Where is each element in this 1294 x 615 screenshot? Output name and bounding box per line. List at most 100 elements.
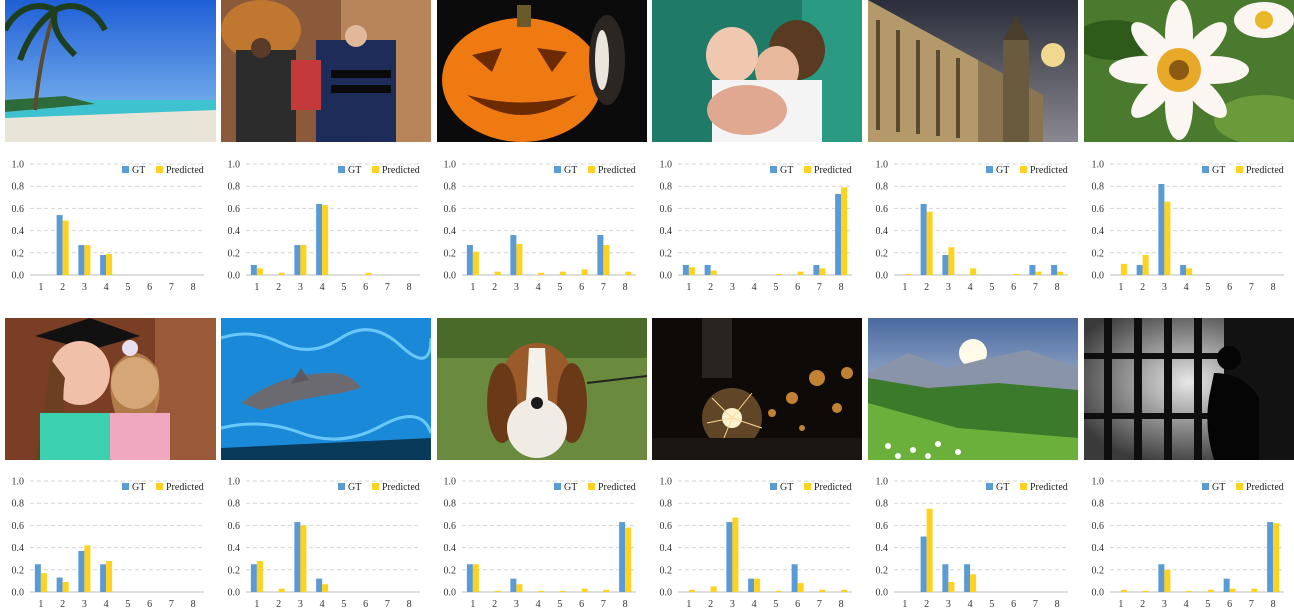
bar-predicted-7 <box>1251 588 1258 592</box>
x-tick-label: 5 <box>557 599 562 610</box>
y-tick-label: 0.4 <box>228 543 241 554</box>
y-tick-label: 0.0 <box>660 271 673 282</box>
y-tick-label: 0.8 <box>1092 499 1105 510</box>
legend-label-predicted: Predicted <box>598 165 636 176</box>
legend-swatch-gt <box>338 483 345 490</box>
bar-gt-7 <box>597 235 604 275</box>
y-tick-label: 0.2 <box>1092 248 1105 259</box>
chart-daisy-flower: 0.0 0.2 0.4 0.6 0.8 1.0 1 2 3 4 5 6 7 8 GT Predicted <box>1080 150 1292 295</box>
legend-swatch-gt <box>770 166 777 173</box>
bar-predicted-2 <box>278 272 285 275</box>
x-tick-label: 6 <box>363 282 368 293</box>
y-tick-label: 0.6 <box>444 521 457 532</box>
bar-predicted-6 <box>581 588 588 592</box>
legend-swatch-predicted <box>1020 166 1027 173</box>
chart-svg: 0.0 0.2 0.4 0.6 0.8 1.0 1 2 3 4 5 6 7 8 GT Predicted <box>228 160 420 293</box>
x-tick-label: 3 <box>82 599 87 610</box>
chart-svg: 0.0 0.2 0.4 0.6 0.8 1.0 1 2 3 4 5 6 7 8 GT Predicted <box>876 160 1068 293</box>
bar-gt-3 <box>510 235 517 275</box>
bar-predicted-1 <box>904 273 911 275</box>
y-tick-label: 0.8 <box>228 182 241 193</box>
bar-predicted-2 <box>494 590 501 592</box>
bar-predicted-4 <box>322 584 329 592</box>
x-tick-label: 7 <box>1033 599 1038 610</box>
y-tick-label: 0.6 <box>228 204 241 215</box>
bar-predicted-3 <box>516 243 523 275</box>
bar-predicted-4 <box>1186 590 1193 592</box>
x-tick-label: 8 <box>1055 599 1060 610</box>
bar-predicted-2 <box>1142 590 1149 592</box>
y-tick-label: 0.4 <box>660 226 673 237</box>
x-tick-label: 4 <box>968 599 973 610</box>
x-tick-label: 5 <box>125 282 130 293</box>
legend-swatch-gt <box>986 166 993 173</box>
chart-welding-sparks: 0.0 0.2 0.4 0.6 0.8 1.0 1 2 3 4 5 6 7 8 GT Predicted <box>648 467 860 612</box>
x-tick-label: 8 <box>1055 282 1060 293</box>
bar-gt-1 <box>466 564 473 592</box>
legend-label-predicted: Predicted <box>382 165 420 176</box>
bar-gt-4 <box>100 564 107 592</box>
bar-predicted-1 <box>472 564 479 592</box>
bar-predicted-4 <box>970 268 977 275</box>
bar-gt-6 <box>1223 578 1230 592</box>
chart-crying-baby: 0.0 0.2 0.4 0.6 0.8 1.0 1 2 3 4 5 6 7 8 GT Predicted <box>648 150 860 295</box>
x-tick-label: 1 <box>902 282 907 293</box>
bar-predicted-1 <box>1120 589 1127 592</box>
x-tick-label: 7 <box>601 282 606 293</box>
bar-gt-3 <box>1158 183 1165 275</box>
chart-graduate-with-girl: 0.0 0.2 0.4 0.6 0.8 1.0 1 2 3 4 5 6 7 8 GT Predicted <box>0 467 212 612</box>
bar-predicted-3 <box>84 245 91 275</box>
legend-label-predicted: Predicted <box>166 482 204 493</box>
chart-svg: 0.0 0.2 0.4 0.6 0.8 1.0 1 2 3 4 5 6 7 8 GT Predicted <box>444 477 636 610</box>
x-tick-label: 7 <box>817 282 822 293</box>
legend-swatch-predicted <box>372 483 379 490</box>
x-tick-label: 3 <box>1162 599 1167 610</box>
x-tick-label: 6 <box>1011 599 1016 610</box>
x-tick-label: 7 <box>385 599 390 610</box>
x-tick-label: 8 <box>1271 282 1276 293</box>
y-tick-label: 1.0 <box>12 160 25 171</box>
legend-label-predicted: Predicted <box>1246 165 1284 176</box>
bar-gt-4 <box>316 203 323 275</box>
bar-gt-1 <box>34 564 41 592</box>
x-tick-label: 8 <box>1271 599 1276 610</box>
bar-predicted-4 <box>538 272 545 275</box>
x-tick-label: 6 <box>363 599 368 610</box>
y-tick-label: 0.4 <box>228 226 241 237</box>
bar-predicted-2 <box>926 508 933 592</box>
x-tick-label: 1 <box>254 599 259 610</box>
bar-gt-2 <box>920 536 927 592</box>
x-tick-label: 3 <box>298 282 303 293</box>
y-tick-label: 0.6 <box>660 204 673 215</box>
x-tick-label: 2 <box>1140 282 1145 293</box>
y-tick-label: 0.0 <box>876 271 889 282</box>
y-tick-label: 0.6 <box>660 521 673 532</box>
y-tick-label: 0.2 <box>876 565 889 576</box>
bar-gt-3 <box>942 255 949 275</box>
bar-predicted-6 <box>1013 273 1020 275</box>
x-tick-label: 7 <box>817 599 822 610</box>
x-tick-label: 8 <box>839 282 844 293</box>
x-tick-label: 2 <box>492 282 497 293</box>
bar-gt-1 <box>682 265 689 275</box>
photo-pumpkin-squirrel <box>437 0 647 142</box>
x-tick-label: 7 <box>601 599 606 610</box>
chart-svg: 0.0 0.2 0.4 0.6 0.8 1.0 1 2 3 4 5 6 7 8 GT Predicted <box>12 160 204 293</box>
bar-gt-4 <box>748 578 755 592</box>
x-tick-label: 4 <box>104 599 109 610</box>
x-tick-label: 4 <box>1184 282 1189 293</box>
legend-label-gt: GT <box>996 165 1009 176</box>
x-tick-label: 1 <box>1118 599 1123 610</box>
bar-predicted-3 <box>300 525 307 592</box>
y-tick-label: 0.6 <box>12 204 25 215</box>
bar-predicted-2 <box>494 271 501 275</box>
chart-graduation-handshake: 0.0 0.2 0.4 0.6 0.8 1.0 1 2 3 4 5 6 7 8 GT Predicted <box>216 150 428 295</box>
x-tick-label: 4 <box>752 282 757 293</box>
x-tick-label: 6 <box>1227 282 1232 293</box>
bar-gt-2 <box>920 203 927 275</box>
y-tick-label: 0.8 <box>660 182 673 193</box>
y-tick-label: 0.0 <box>12 271 25 282</box>
y-tick-label: 0.4 <box>12 543 25 554</box>
x-tick-label: 3 <box>1162 282 1167 293</box>
y-tick-label: 0.4 <box>1092 543 1105 554</box>
